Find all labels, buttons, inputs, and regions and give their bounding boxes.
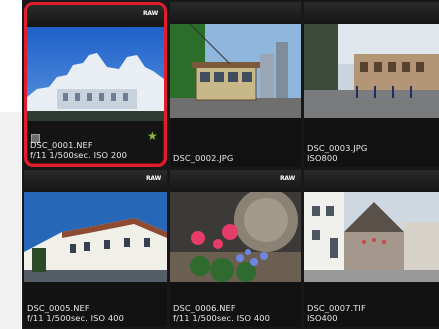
thumbnail-caption: DSC_0001.NEF f/11 1/500sec. ISO 200 — [30, 140, 162, 160]
thumbnail-image[interactable] — [27, 27, 164, 121]
exposure-info: f/11 1/500sec. ISO 400 — [27, 312, 125, 323]
thumbnail-tile-4[interactable]: RAW DSC_0005.NEF f/11 1/500sec. ISO 400 — [24, 170, 167, 327]
thumbnail-tile-2[interactable]: DSC_0002.JPG — [170, 2, 301, 167]
exposure-info: f/11 1/500sec. ISO 400 — [173, 312, 271, 323]
thumbnail-caption: DSC_0003.JPG ISO800 — [307, 143, 437, 163]
thumbnail-image[interactable] — [170, 192, 301, 282]
thumbnail-image[interactable] — [304, 192, 439, 282]
thumbnail-image[interactable] — [170, 24, 301, 118]
thumbnail-caption: DSC_0007.TIF ISO400 — [307, 303, 437, 323]
thumbnail-tile-3[interactable]: DSC_0003.JPG ISO800 — [304, 2, 439, 167]
thumbnail-image[interactable] — [24, 192, 167, 282]
thumbnail-tile-6[interactable]: DSC_0007.TIF ISO400 — [304, 170, 439, 327]
thumbnail-header — [304, 2, 439, 24]
thumbnail-caption: DSC_0006.NEF f/11 1/500sec. ISO 400 — [173, 303, 299, 323]
raw-badge: RAW — [145, 175, 161, 182]
thumbnail-header — [304, 170, 439, 192]
thumbnail-caption: DSC_0005.NEF f/11 1/500sec. ISO 400 — [27, 303, 165, 323]
exposure-info: ISO800 — [307, 152, 338, 163]
exposure-info: f/11 1/500sec. ISO 200 — [30, 149, 128, 160]
raw-badge: RAW — [142, 10, 158, 17]
thumbnail-tile-5[interactable]: RAW DSC_0006.NEF f/11 1/500sec. ISO 400 — [170, 170, 301, 327]
thumbnail-image[interactable] — [304, 24, 439, 118]
raw-badge: RAW — [279, 175, 295, 182]
thumbnail-tile-1[interactable]: RAW ★ DSC_0001.NEF f/11 1/500sec. ISO 20… — [24, 2, 167, 167]
thumbnail-caption: DSC_0002.JPG — [173, 152, 299, 164]
thumbnail-header — [170, 2, 301, 24]
side-panel-edge — [0, 112, 21, 329]
thumbnail-grid: RAW ★ DSC_0001.NEF f/11 1/500sec. ISO 20… — [22, 0, 439, 329]
exposure-info: ISO400 — [307, 312, 338, 323]
filename-label: DSC_0002.JPG — [173, 152, 234, 163]
